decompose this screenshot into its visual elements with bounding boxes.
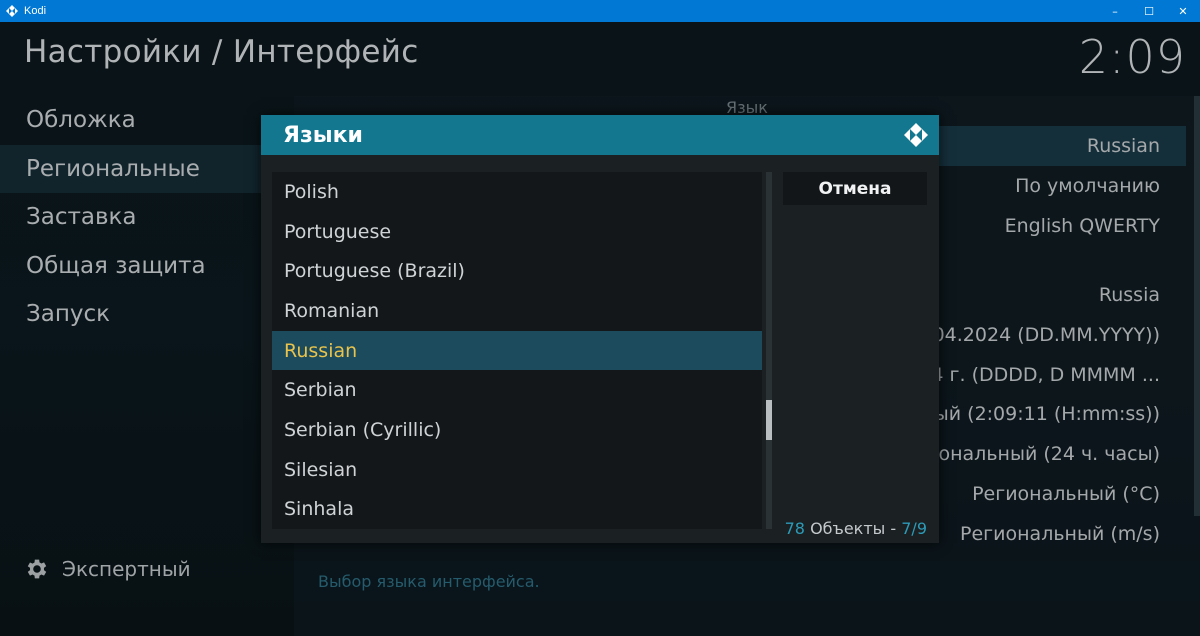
languages-dialog: Языки Polish Portuguese Portuguese (Braz… — [261, 115, 939, 543]
minimize-button[interactable]: – — [1098, 0, 1132, 22]
item-count-label: Объекты - — [810, 519, 897, 538]
kodi-window: Настройки / Интерфейс 2:09 Обложка Регио… — [0, 22, 1200, 636]
list-item[interactable]: Romanian — [272, 291, 762, 331]
dialog-header: Языки — [261, 115, 939, 155]
dialog-title: Языки — [283, 122, 363, 148]
close-button[interactable]: ✕ — [1166, 0, 1200, 22]
window-title: Kodi — [24, 5, 47, 17]
item-count: 78 Объекты - 7/9 — [785, 519, 927, 538]
list-item[interactable]: Serbian (Cyrillic) — [272, 410, 762, 450]
cancel-button[interactable]: Отмена — [783, 172, 927, 205]
list-item[interactable]: Silesian — [272, 450, 762, 490]
list-item[interactable]: Portuguese — [272, 212, 762, 252]
language-list: Polish Portuguese Portuguese (Brazil) Ro… — [272, 172, 762, 529]
list-item[interactable]: Sinhala — [272, 490, 762, 530]
list-scrollbar[interactable] — [766, 172, 772, 529]
item-count-total: 78 — [784, 519, 805, 538]
maximize-button[interactable]: ☐ — [1132, 0, 1166, 22]
list-item[interactable]: Portuguese (Brazil) — [272, 251, 762, 291]
page-indicator: 7/9 — [901, 519, 927, 538]
kodi-logo-icon — [6, 5, 18, 17]
list-item[interactable]: Serbian — [272, 370, 762, 410]
window-controls: – ☐ ✕ — [1098, 0, 1200, 22]
kodi-logo-icon — [904, 123, 928, 147]
list-item-selected[interactable]: Russian — [272, 330, 762, 371]
list-item[interactable]: Polish — [272, 172, 762, 212]
window-titlebar: Kodi – ☐ ✕ — [0, 0, 1200, 22]
scrollbar-thumb[interactable] — [766, 400, 772, 440]
